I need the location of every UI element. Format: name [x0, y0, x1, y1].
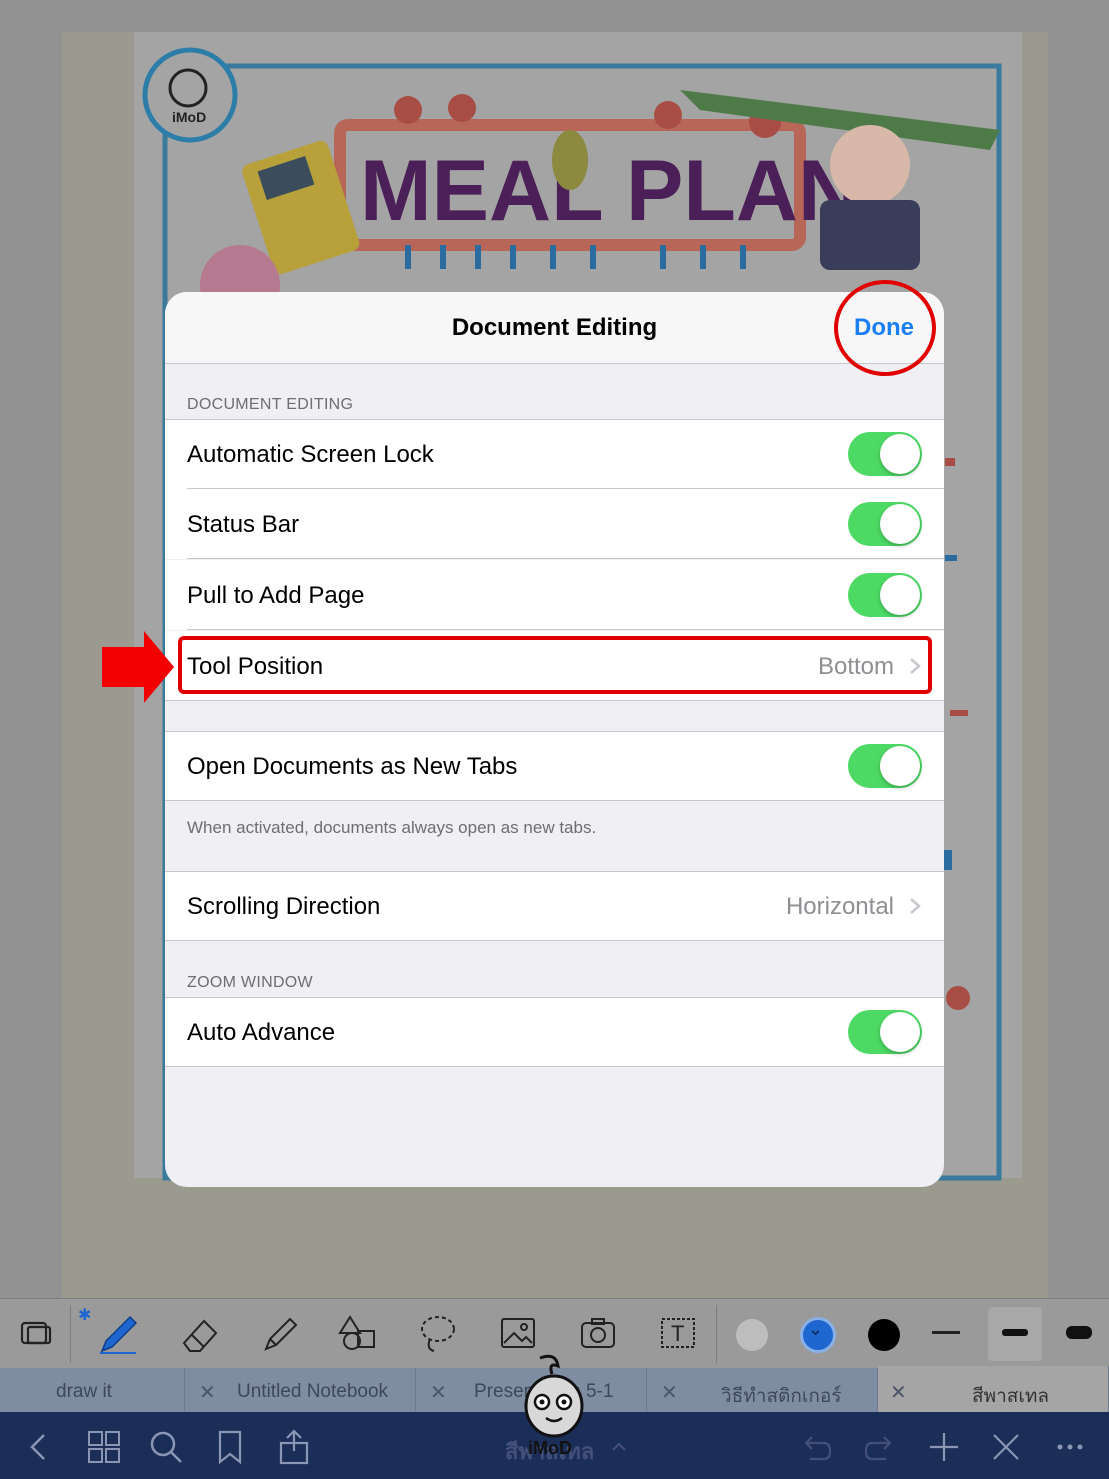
- pen-icon[interactable]: [96, 1311, 140, 1355]
- toolbar-divider: [70, 1305, 71, 1363]
- image-icon[interactable]: [496, 1311, 540, 1355]
- redo-icon[interactable]: [862, 1429, 898, 1465]
- share-icon[interactable]: [276, 1429, 312, 1465]
- close-icon[interactable]: ✕: [661, 1380, 678, 1405]
- document-editing-dialog: Document Editing Done DOCUMENT EDITING A…: [165, 292, 944, 1187]
- add-icon[interactable]: [926, 1429, 962, 1465]
- poster-title: MEAL PLAN: [360, 143, 860, 239]
- dialog-header: Document Editing Done: [165, 292, 944, 364]
- lasso-icon[interactable]: [416, 1311, 460, 1355]
- stroke-thin-icon[interactable]: [932, 1331, 960, 1334]
- section-header-document-editing: DOCUMENT EDITING: [187, 396, 354, 413]
- tab-sticker[interactable]: ✕ วิธีทำสติกเกอร์: [647, 1368, 878, 1412]
- camera-icon[interactable]: [576, 1311, 620, 1355]
- close-icon[interactable]: ✕: [199, 1380, 216, 1405]
- close-icon[interactable]: ✕: [890, 1380, 907, 1405]
- auto-advance-toggle[interactable]: [848, 1010, 922, 1054]
- back-icon[interactable]: [22, 1429, 58, 1465]
- open-documents-as-new-tabs-row: Open Documents as New Tabs: [165, 731, 944, 801]
- pencil-cross-icon[interactable]: [988, 1429, 1024, 1465]
- highlighter-icon[interactable]: [258, 1311, 302, 1355]
- status-bar-label: Status Bar: [187, 511, 300, 538]
- automatic-screen-lock-label: Automatic Screen Lock: [187, 441, 434, 468]
- logo-text: iMoD: [172, 109, 206, 125]
- imod-watermark-logo: iMoD: [524, 1354, 584, 1458]
- grid-icon[interactable]: [86, 1429, 122, 1465]
- chevron-right-icon: [910, 898, 921, 914]
- tab-pastel-active[interactable]: ✕ สีพาสเทล: [878, 1366, 1109, 1416]
- open-documents-as-new-tabs-label: Open Documents as New Tabs: [187, 753, 518, 780]
- more-icon[interactable]: [1052, 1429, 1088, 1465]
- eraser-icon[interactable]: [178, 1311, 222, 1355]
- status-bar-row: Status Bar: [165, 489, 944, 559]
- text-icon[interactable]: T: [656, 1311, 700, 1355]
- section-header-zoom-window: ZOOM WINDOW: [187, 974, 313, 991]
- stroke-medium-icon[interactable]: [1002, 1329, 1028, 1336]
- red-arrow-icon: [102, 631, 174, 703]
- stroke-thick-icon[interactable]: [1066, 1326, 1092, 1339]
- open-tabs-footnote: When activated, documents always open as…: [187, 818, 597, 837]
- svg-text:T: T: [671, 1321, 684, 1346]
- auto-advance-label: Auto Advance: [187, 1019, 336, 1046]
- bluetooth-icon: ✱: [78, 1307, 92, 1324]
- automatic-screen-lock-toggle[interactable]: [848, 432, 922, 476]
- toolbar-divider: [716, 1305, 717, 1363]
- shapes-icon[interactable]: [336, 1311, 380, 1355]
- pull-to-add-page-label: Pull to Add Page: [187, 582, 365, 609]
- undo-icon[interactable]: [798, 1429, 834, 1465]
- scrolling-direction-label: Scrolling Direction: [187, 893, 381, 920]
- done-annotation-circle: [834, 280, 936, 376]
- tool-position-highlight: [178, 636, 932, 694]
- tab-draw-it[interactable]: draw it: [0, 1368, 185, 1412]
- open-documents-as-new-tabs-toggle[interactable]: [848, 744, 922, 788]
- dialog-title: Document Editing: [451, 314, 658, 341]
- tab-label: สีพาสเทล: [972, 1386, 1050, 1407]
- automatic-screen-lock-row: Automatic Screen Lock: [165, 419, 944, 489]
- chevron-up-icon[interactable]: [610, 1438, 628, 1456]
- color-swatch-gray[interactable]: [736, 1319, 768, 1351]
- tab-untitled-notebook[interactable]: ✕ Untitled Notebook: [185, 1368, 416, 1412]
- search-icon[interactable]: [148, 1429, 184, 1465]
- page-layout-icon[interactable]: [14, 1311, 58, 1355]
- pull-to-add-page-toggle[interactable]: [848, 573, 922, 617]
- color-swatch-black[interactable]: [868, 1319, 900, 1351]
- scrolling-direction-value: Horizontal: [785, 893, 894, 920]
- tab-label: วิธีทำสติกเกอร์: [721, 1386, 842, 1407]
- logo-label: iMoD: [528, 1438, 572, 1458]
- tab-label: draw it: [56, 1381, 112, 1402]
- color-swatch-blue[interactable]: [800, 1317, 836, 1353]
- auto-advance-row: Auto Advance: [165, 997, 944, 1067]
- bookmark-icon[interactable]: [212, 1429, 248, 1465]
- close-icon[interactable]: ✕: [430, 1380, 447, 1405]
- status-bar-toggle[interactable]: [848, 502, 922, 546]
- pull-to-add-page-row: Pull to Add Page: [165, 560, 944, 630]
- scrolling-direction-row[interactable]: Scrolling Direction Horizontal: [165, 871, 944, 941]
- tab-label: Untitled Notebook: [237, 1381, 389, 1402]
